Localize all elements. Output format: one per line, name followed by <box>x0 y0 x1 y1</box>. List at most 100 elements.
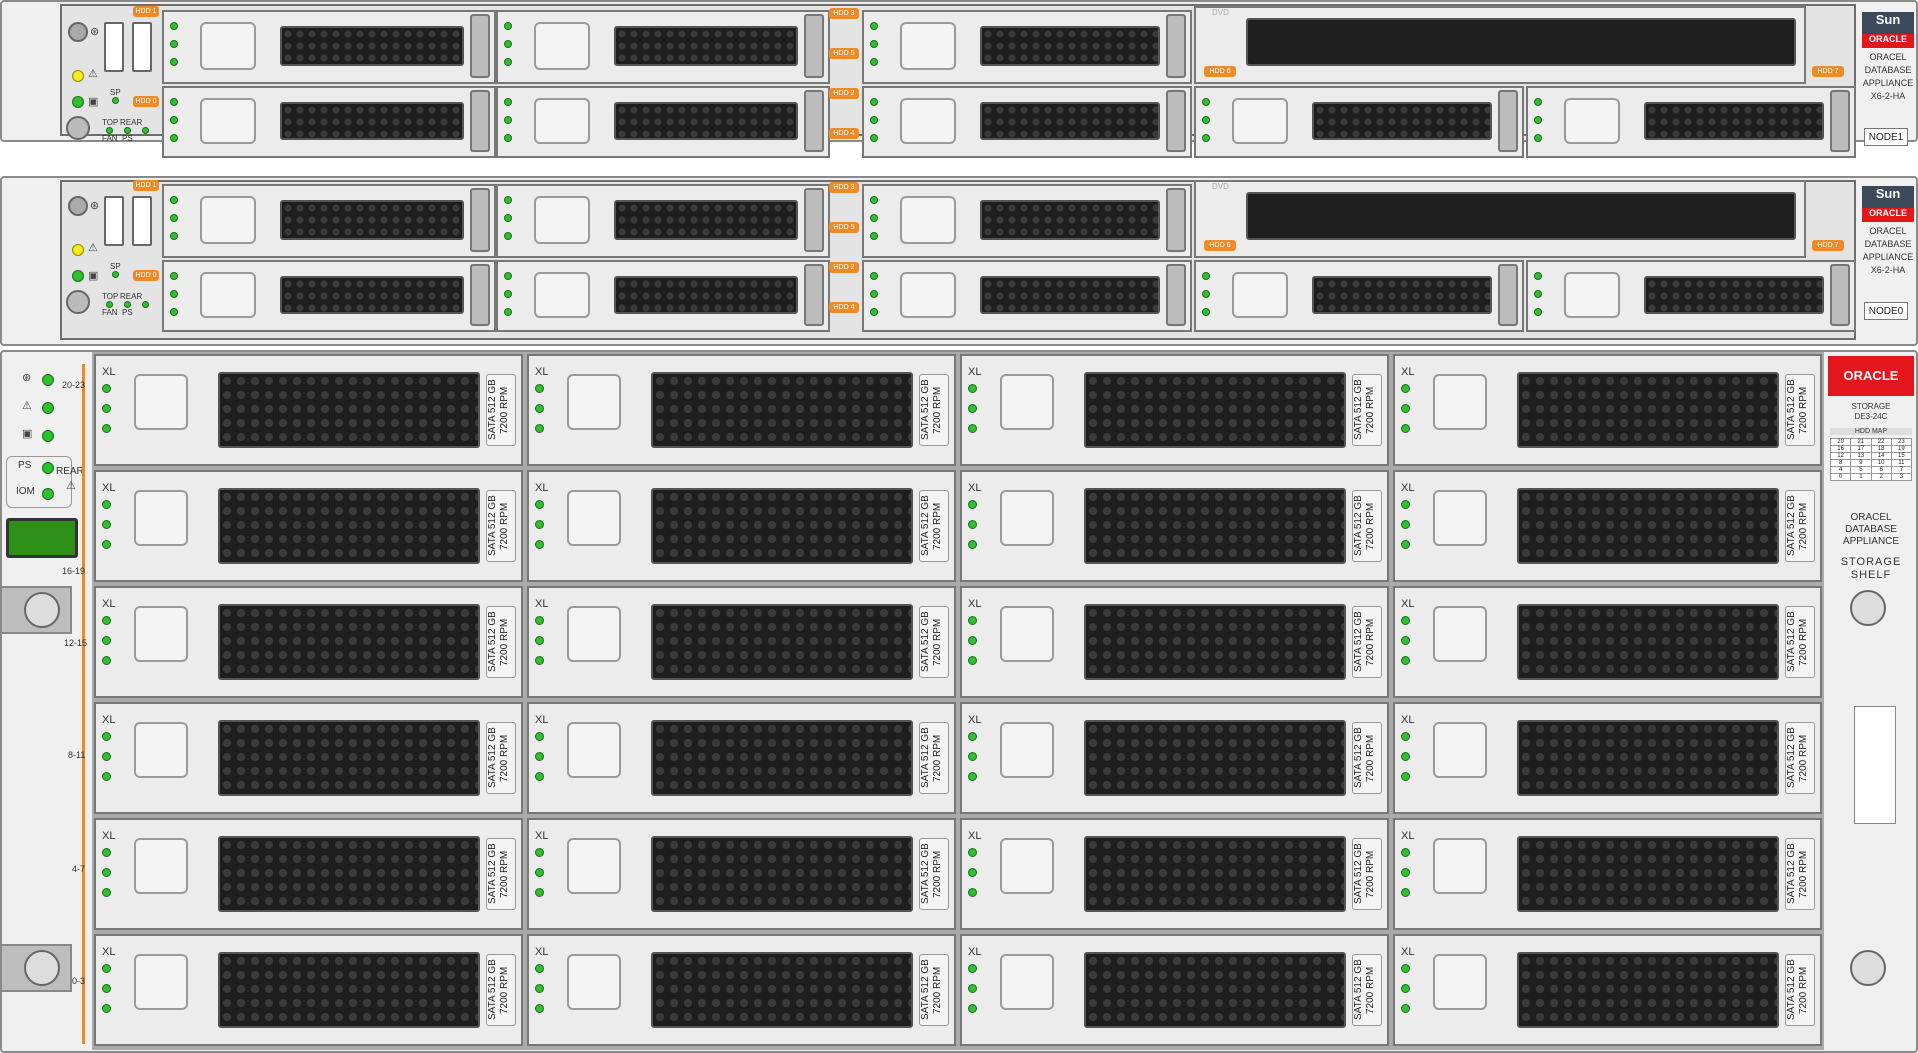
power-button[interactable] <box>66 290 90 314</box>
drive-led <box>968 868 977 877</box>
shelf-power-button[interactable] <box>6 518 78 558</box>
drive-capacity-label: SATA 512 GB 7200 RPM <box>1785 722 1815 794</box>
bay-handle[interactable] <box>804 264 824 326</box>
drive-latch[interactable] <box>567 374 621 430</box>
bay-led <box>170 308 178 316</box>
drive-latch[interactable] <box>1000 722 1054 778</box>
bay-led <box>504 290 512 298</box>
drive-led <box>535 848 544 857</box>
drive-grill <box>218 720 480 796</box>
bay-led <box>170 272 178 280</box>
bay-grill <box>980 276 1160 314</box>
bay-latch[interactable] <box>200 22 256 70</box>
bay-led <box>870 116 878 124</box>
bay-handle[interactable] <box>1498 264 1518 326</box>
drive-grill <box>651 604 913 680</box>
bay-latch[interactable] <box>1564 98 1620 144</box>
bay-handle[interactable] <box>1166 90 1186 152</box>
bay-handle[interactable] <box>1498 90 1518 152</box>
hdd-map-cell: 1 <box>1850 473 1872 481</box>
bay-latch[interactable] <box>1232 272 1288 318</box>
drive-latch[interactable] <box>134 490 188 546</box>
bay-handle[interactable] <box>1166 14 1186 78</box>
drive-latch[interactable] <box>134 838 188 894</box>
drive-latch[interactable] <box>567 954 621 1010</box>
drive-latch[interactable] <box>1000 490 1054 546</box>
bay-led <box>1202 290 1210 298</box>
drive-latch[interactable] <box>134 954 188 1010</box>
drive-latch[interactable] <box>567 606 621 662</box>
range-label: 12-15 <box>64 638 88 648</box>
drive-capacity-label: SATA 512 GB 7200 RPM <box>486 606 516 678</box>
usb-port[interactable] <box>132 22 152 72</box>
drive-latch[interactable] <box>134 722 188 778</box>
bay-latch[interactable] <box>534 98 590 144</box>
drive-led <box>102 732 111 741</box>
drive-latch[interactable] <box>1000 838 1054 894</box>
drive-latch[interactable] <box>567 490 621 546</box>
top-label: TOP <box>102 118 119 127</box>
locate-button-node1[interactable] <box>68 22 88 42</box>
hdd-map-cell: 8 <box>1829 459 1852 467</box>
bay-handle[interactable] <box>470 14 490 78</box>
drive-xl-label: XL <box>535 714 549 726</box>
drive-grill <box>1084 604 1346 680</box>
bay-latch[interactable] <box>900 272 956 318</box>
drive-latch[interactable] <box>1000 374 1054 430</box>
usb-port[interactable] <box>104 196 124 246</box>
drive-xl-label: XL <box>535 482 549 494</box>
drive-xl-label: XL <box>968 482 982 494</box>
drive-latch[interactable] <box>1433 606 1487 662</box>
hdd-map-row: 8 9 10 11 <box>1829 459 1913 467</box>
bay-latch[interactable] <box>200 98 256 144</box>
brand-line: X6-2-HA <box>1870 91 1906 101</box>
bay-handle[interactable] <box>470 264 490 326</box>
bay-handle[interactable] <box>1166 264 1186 326</box>
drive-latch[interactable] <box>1000 606 1054 662</box>
power-button[interactable] <box>66 116 90 140</box>
drive-latch[interactable] <box>1433 954 1487 1010</box>
drive-latch[interactable] <box>567 838 621 894</box>
bay-handle[interactable] <box>804 14 824 78</box>
bay-latch[interactable] <box>900 98 956 144</box>
bay-latch[interactable] <box>1232 98 1288 144</box>
drive-latch[interactable] <box>1433 374 1487 430</box>
drive-latch[interactable] <box>134 374 188 430</box>
bay-latch[interactable] <box>900 22 956 70</box>
bay-grill <box>280 276 464 314</box>
drive-latch[interactable] <box>1433 722 1487 778</box>
drive-latch[interactable] <box>134 606 188 662</box>
bay-handle[interactable] <box>804 90 824 152</box>
bay-handle[interactable] <box>470 90 490 152</box>
label-slot <box>1854 706 1896 824</box>
bay-latch[interactable] <box>900 196 956 244</box>
hdd-map-row: 20 21 22 23 <box>1829 438 1913 446</box>
bay-handle[interactable] <box>470 188 490 252</box>
drive-latch[interactable] <box>1433 490 1487 546</box>
drive-latch[interactable] <box>567 722 621 778</box>
bay-latch[interactable] <box>1564 272 1620 318</box>
bay-latch[interactable] <box>200 196 256 244</box>
bay-handle[interactable] <box>1830 90 1850 152</box>
drive-xl-label: XL <box>1401 482 1415 494</box>
usb-port[interactable] <box>104 22 124 72</box>
drive-latch[interactable] <box>1000 954 1054 1010</box>
bay-latch[interactable] <box>534 272 590 318</box>
drive-led <box>1401 752 1410 761</box>
bay-latch[interactable] <box>200 272 256 318</box>
fan-led <box>106 301 113 308</box>
drive-latch[interactable] <box>1433 838 1487 894</box>
drive-xl-label: XL <box>102 366 116 378</box>
drive-led <box>968 616 977 625</box>
bay-latch[interactable] <box>534 22 590 70</box>
bay-led <box>504 232 512 240</box>
locate-button-node0[interactable] <box>68 196 88 216</box>
drive-led <box>968 424 977 433</box>
bay-handle[interactable] <box>804 188 824 252</box>
bay-handle[interactable] <box>1166 188 1186 252</box>
bay-latch[interactable] <box>534 196 590 244</box>
ps-label: PS <box>122 134 133 143</box>
drive-grill <box>1517 836 1779 912</box>
usb-port[interactable] <box>132 196 152 246</box>
bay-handle[interactable] <box>1830 264 1850 326</box>
